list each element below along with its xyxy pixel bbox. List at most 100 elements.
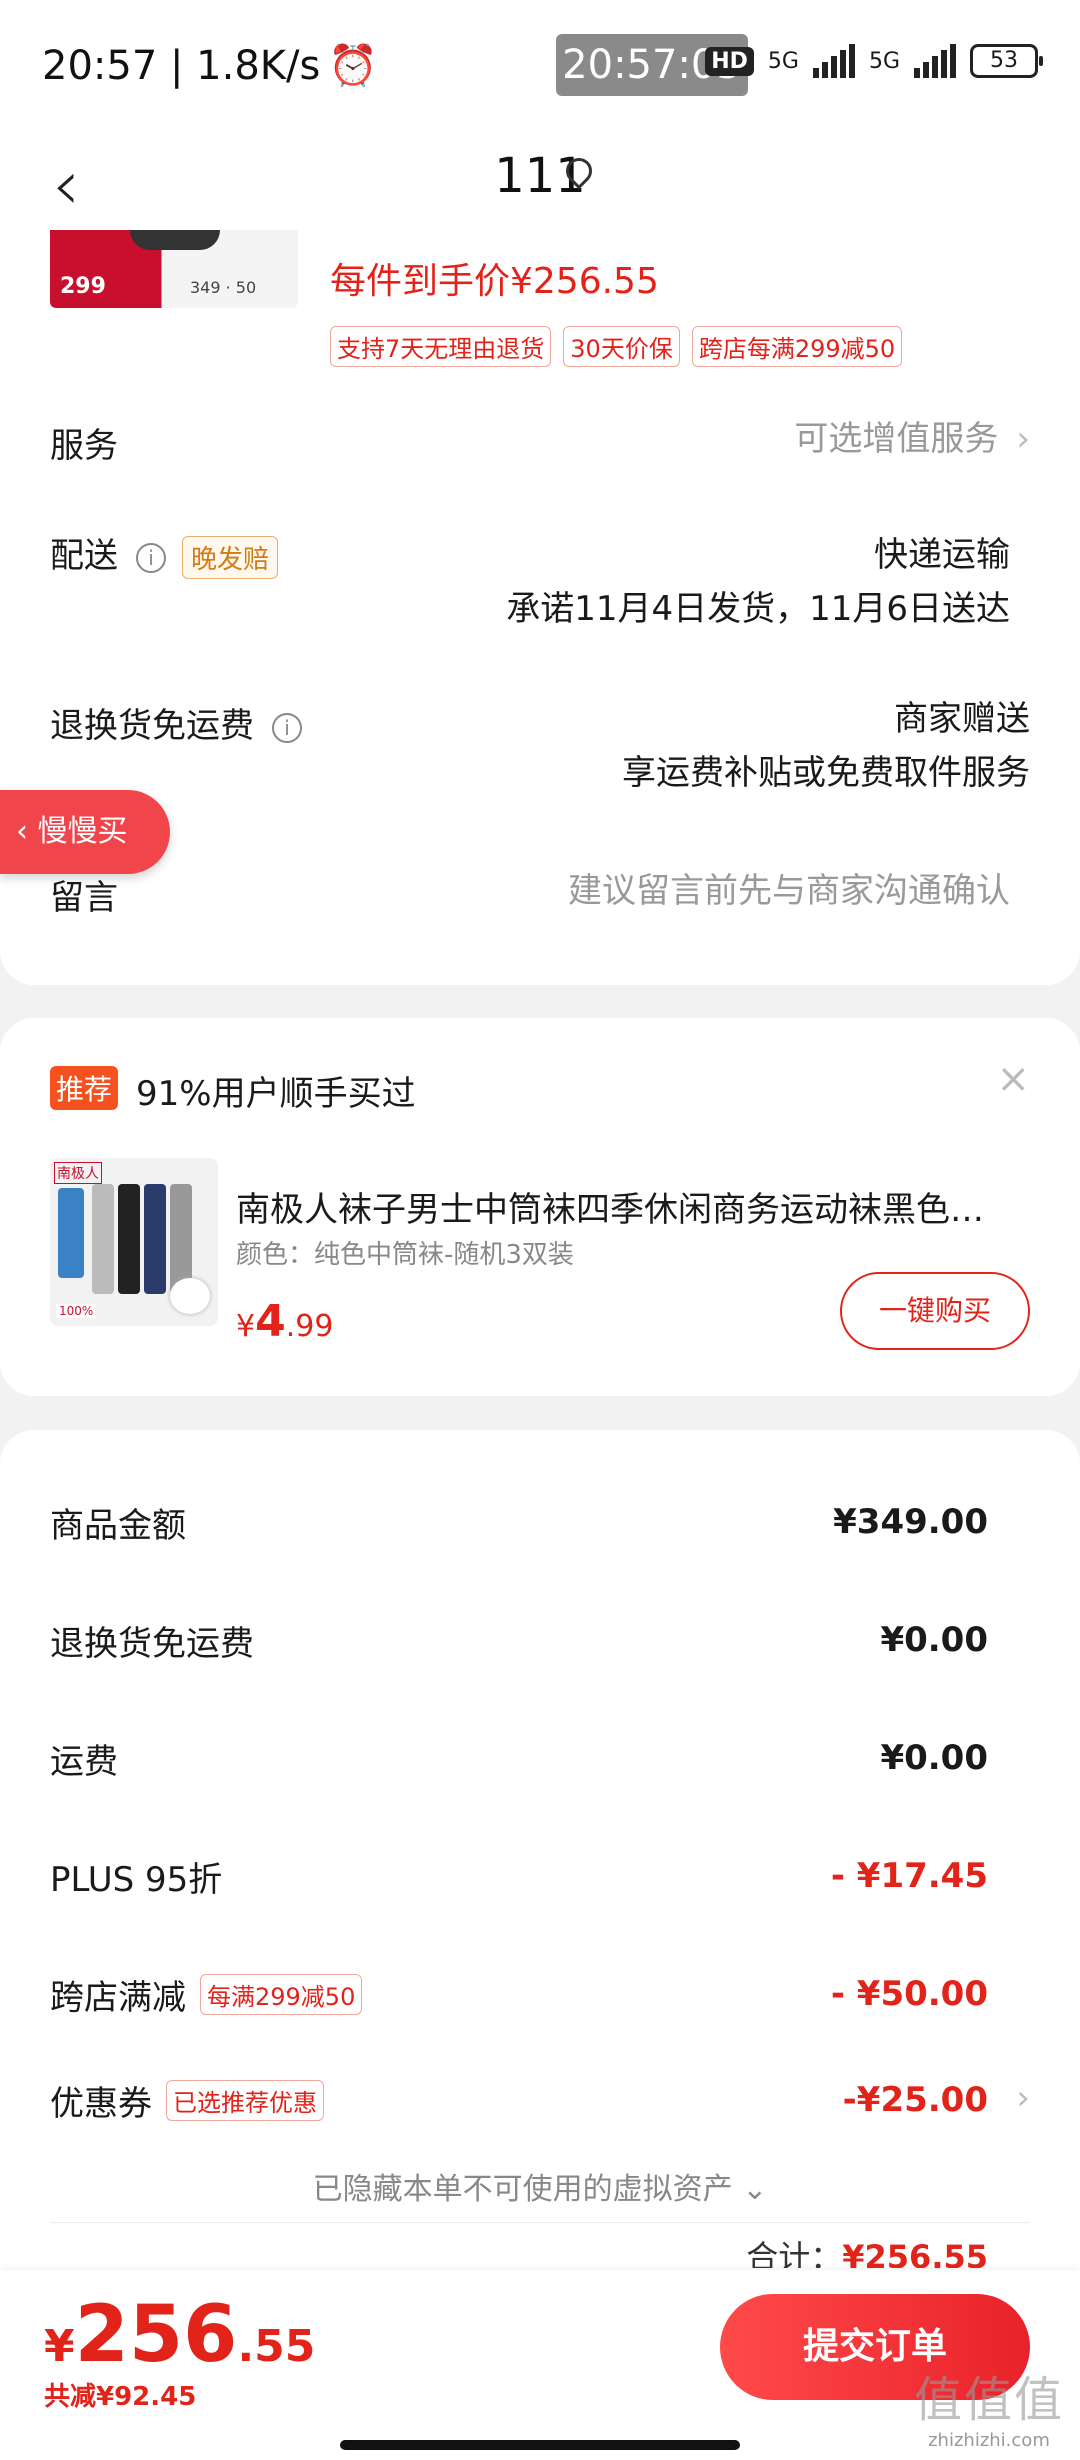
product-tags: 支持7天无理由退货 30天价保 跨店每满299减50	[330, 326, 903, 367]
return-shipping-label: 退换货免运费	[50, 706, 254, 746]
tag-price-protect: 30天价保	[563, 326, 680, 367]
chevron-down-icon: ⌄	[732, 2172, 768, 2207]
total-int: 256	[74, 2290, 238, 2380]
total-peek: 合计：¥256.55	[746, 2232, 988, 2268]
tag-return: 支持7天无理由退货	[330, 326, 552, 367]
delivery-value[interactable]: 快递运输 承诺11月4日发货，11月6日送达	[506, 528, 1010, 636]
watermark: 值值值 zhizhizhi.com	[914, 2360, 1064, 2451]
message-input[interactable]: 建议留言前先与商家沟通确认	[568, 864, 1010, 918]
total-saved: 共减¥92.45	[44, 2382, 197, 2412]
order-info-card: 299 349 · 50 每件到手价¥256.55 支持7天无理由退货 30天价…	[0, 230, 1080, 985]
recommend-tag: 推荐	[50, 1066, 119, 1110]
fee-row-goods: 商品金额 ¥349.00	[50, 1498, 988, 1558]
sock-image	[118, 1184, 140, 1294]
hd-icon: HD	[705, 46, 754, 76]
fee-label: 跨店满减	[50, 1978, 186, 2018]
price-currency: ¥	[236, 1309, 256, 1344]
close-icon[interactable]: ×	[996, 1056, 1030, 1102]
signal-icon	[812, 44, 855, 78]
fee-label: 退换货免运费	[50, 1624, 254, 1664]
return-shipping-value1: 商家赠送	[894, 699, 1030, 739]
shoe-image	[130, 230, 220, 250]
coupon-tag: 已选推荐优惠	[166, 2080, 324, 2121]
return-shipping-value2: 享运费补贴或免费取件服务	[622, 753, 1030, 793]
delivery-label: 配送	[50, 536, 118, 576]
fee-row-plus: PLUS 95折 - ¥17.45	[50, 1852, 988, 1912]
fee-row-shipping: 运费 ¥0.00	[50, 1734, 988, 1794]
message-label: 留言	[50, 878, 118, 918]
fee-label: PLUS 95折	[50, 1860, 223, 1900]
delivery-label-row: 配送 i 晚发赔	[50, 528, 279, 579]
fee-value: - ¥50.00	[830, 1974, 988, 2014]
net2-label: 5G	[868, 48, 900, 74]
hidden-note-text: 已隐藏本单不可使用的虚拟资产	[312, 2172, 733, 2207]
alarm-icon: ⏰	[328, 43, 379, 89]
divider	[50, 2222, 1030, 2223]
bottom-bar: ¥256.55 共减¥92.45 提交订单 值值值 zhizhizhi.com	[0, 2270, 1080, 2460]
fee-value: -¥25.00	[842, 2080, 988, 2120]
chevron-left-icon: ‹	[16, 814, 38, 849]
fee-value: ¥349.00	[833, 1502, 988, 1542]
fee-label-row: 优惠券 已选推荐优惠	[50, 2076, 324, 2125]
return-shipping-value: 商家赠送 享运费补贴或免费取件服务	[622, 692, 1030, 800]
info-icon[interactable]: i	[136, 542, 166, 573]
watermark-logo: 值值值	[913, 2372, 1064, 2428]
status-time: 20:57 | 1.8K/s ⏰	[42, 42, 379, 90]
package-icon	[58, 1188, 84, 1278]
price-int: 4	[255, 1296, 286, 1347]
tag-cross-store: 跨店每满299减50	[691, 326, 903, 367]
one-click-buy-button[interactable]: 一键购买	[840, 1272, 1030, 1350]
status-bar: 20:57 | 1.8K/s ⏰ 20:57:05 HD 5G 5G 53	[0, 0, 1080, 130]
fee-value: - ¥17.45	[830, 1856, 988, 1896]
total-currency: ¥	[44, 2321, 75, 2372]
cotton-icon	[170, 1278, 210, 1314]
late-compensation-tag: 晚发赔	[182, 536, 279, 579]
net1-label: 5G	[767, 48, 799, 74]
status-icons: HD 5G 5G 53	[705, 44, 1043, 78]
service-label: 服务	[50, 426, 118, 466]
hidden-assets-toggle[interactable]: 已隐藏本单不可使用的虚拟资产 ⌄	[0, 2164, 1080, 2208]
fee-row-return-shipping: 退换货免运费 ¥0.00	[50, 1616, 988, 1676]
signal-icon-2	[914, 44, 956, 78]
float-button-label: 慢慢买	[37, 814, 128, 849]
return-shipping-label-row: 退换货免运费 i	[50, 698, 302, 747]
chevron-right-icon: ›	[1016, 419, 1030, 459]
product-thumbnail[interactable]: 299 349 · 50	[50, 230, 298, 308]
cross-store-tag: 每满299减50	[200, 1974, 363, 2015]
fee-label-row: 跨店满减 每满299减50	[50, 1970, 363, 2019]
manmanmai-float-button[interactable]: ‹ 慢慢买	[0, 790, 170, 874]
sock-image	[144, 1184, 166, 1294]
service-select[interactable]: 可选增值服务 ›	[794, 412, 1030, 466]
chevron-right-icon[interactable]: ›	[1016, 2078, 1030, 2118]
recommend-title: 91%用户顺手买过	[136, 1074, 416, 1114]
fee-label: 运费	[50, 1742, 118, 1782]
fee-label: 优惠券	[50, 2084, 152, 2124]
battery-icon: 53	[970, 44, 1043, 78]
delivery-method: 快递运输	[874, 535, 1010, 575]
delivery-promise: 承诺11月4日发货，11月6日送达	[506, 589, 1010, 629]
recommend-product-image[interactable]: 南极人 100%	[50, 1158, 218, 1326]
sock-image	[92, 1184, 114, 1294]
fee-label: 商品金额	[50, 1506, 186, 1546]
brand-logo: 南极人	[54, 1162, 102, 1184]
total-peek-label: 合计：	[746, 2238, 843, 2268]
page-title: 111	[494, 148, 586, 204]
recommend-product-name[interactable]: 南极人袜子男士中筒袜四季休闲商务运动袜黑色…	[236, 1182, 1036, 1231]
total-dec: .55	[237, 2321, 316, 2372]
info-icon[interactable]: i	[272, 712, 302, 743]
total-price: ¥256.55	[44, 2290, 315, 2380]
fee-value: ¥0.00	[880, 1738, 988, 1778]
fee-row-coupon[interactable]: 优惠券 已选推荐优惠 -¥25.00	[50, 2076, 988, 2136]
service-value: 可选增值服务	[794, 419, 999, 459]
recommend-product-spec: 颜色：纯色中筒袜-随机3双装	[236, 1240, 574, 1270]
home-indicator	[340, 2440, 740, 2450]
image-badge: 100%	[56, 1304, 97, 1318]
fee-row-cross-store: 跨店满减 每满299减50 - ¥50.00	[50, 1970, 988, 2030]
total-peek-value: ¥256.55	[842, 2238, 988, 2268]
recommend-product-price: ¥4.99	[236, 1296, 333, 1347]
watermark-url: zhizhizhi.com	[928, 2430, 1050, 2451]
nav-bar: ‹ 111	[0, 130, 1080, 240]
time-speed-text: 20:57 | 1.8K/s	[42, 42, 321, 89]
unit-price: 每件到手价¥256.55	[330, 261, 659, 302]
recommend-card: 推荐 91%用户顺手买过 × 南极人 100% 南极人袜子男士中筒袜四季休闲商务…	[0, 1018, 1080, 1396]
